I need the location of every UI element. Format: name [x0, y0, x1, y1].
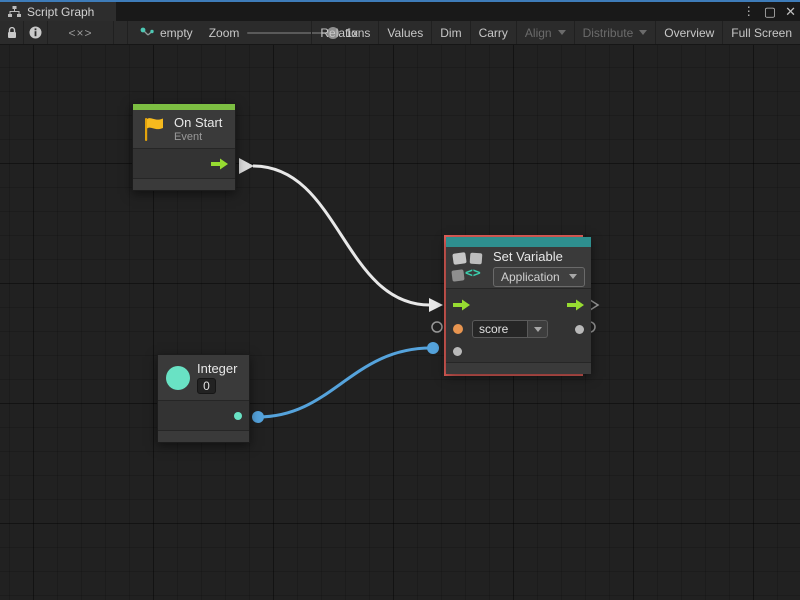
integer-footer — [158, 430, 249, 442]
overview-button[interactable]: Overview — [655, 21, 722, 44]
node-set-variable-selection: <> Set Variable Application — [444, 235, 583, 376]
set-variable-value-input-port[interactable] — [427, 342, 439, 354]
variable-stripe — [446, 237, 591, 247]
script-graph-window: Script Graph ⋮ ▢ ✕ — [0, 0, 800, 600]
inspect-button[interactable] — [24, 21, 48, 44]
integer-output-dot[interactable] — [234, 412, 242, 420]
info-icon — [29, 26, 42, 39]
set-variable-header: <> Set Variable Application — [446, 247, 591, 289]
wire-layer — [0, 45, 800, 600]
exec-wire[interactable] — [253, 166, 430, 305]
set-variable-icon: <> — [452, 251, 486, 284]
tab-script-graph[interactable]: Script Graph — [0, 2, 116, 21]
graph-pointer-icon — [140, 27, 154, 39]
on-start-exec-output-port[interactable] — [239, 158, 254, 174]
exec-output-arrow-icon[interactable] — [211, 158, 228, 170]
chevron-down-icon — [569, 274, 577, 279]
chevron-down-icon — [558, 30, 566, 35]
node-subtitle: Event — [174, 131, 222, 143]
node-title: Integer — [197, 361, 237, 376]
node-set-variable[interactable]: <> Set Variable Application — [446, 237, 591, 374]
flag-icon — [141, 115, 167, 143]
graph-toolbar: <×> empty Zoom 1x Relations Values Dim — [0, 21, 800, 45]
values-button[interactable]: Values — [378, 21, 431, 44]
variable-scope-dropdown[interactable]: Application — [493, 267, 585, 287]
node-integer[interactable]: Integer 0 — [157, 354, 250, 443]
on-start-header: On Start Event — [133, 110, 235, 149]
value-output-dot[interactable] — [575, 325, 584, 334]
exec-wire-arrowhead — [429, 298, 443, 312]
chevron-down-icon — [534, 327, 542, 332]
on-start-port-area — [133, 149, 235, 178]
code-preview-button[interactable]: <×> — [48, 21, 114, 44]
name-input-dot[interactable] — [453, 324, 463, 334]
tab-title: Script Graph — [27, 5, 94, 19]
window-controls: ⋮ ▢ ✕ — [743, 2, 796, 21]
dim-button[interactable]: Dim — [431, 21, 469, 44]
carry-button[interactable]: Carry — [470, 21, 516, 44]
integer-port-area — [158, 401, 249, 430]
maximize-icon[interactable]: ▢ — [764, 2, 776, 21]
align-dropdown-button[interactable]: Align — [516, 21, 574, 44]
exec-output-arrow-icon[interactable] — [567, 299, 584, 311]
node-title: On Start — [174, 115, 222, 130]
integer-output-port[interactable] — [252, 411, 264, 423]
toolbar-right-group: Relations Values Dim Carry Align Distrib… — [311, 21, 800, 44]
value-input-dot[interactable] — [453, 347, 462, 356]
on-start-footer — [133, 178, 235, 190]
set-variable-port-area: score — [446, 289, 591, 362]
node-title: Set Variable — [493, 249, 585, 264]
lock-icon — [7, 27, 17, 39]
set-variable-footer — [446, 362, 591, 374]
value-wire[interactable] — [258, 348, 431, 417]
variable-name-dropdown-button[interactable] — [528, 320, 548, 338]
zoom-label: Zoom — [209, 26, 240, 40]
fullscreen-button[interactable]: Full Screen — [722, 21, 800, 44]
relations-button[interactable]: Relations — [311, 21, 378, 44]
set-variable-name-input-port[interactable] — [432, 322, 442, 332]
chevron-down-icon — [639, 30, 647, 35]
title-bar: Script Graph ⋮ ▢ ✕ — [0, 0, 800, 21]
graph-hierarchy-icon — [8, 6, 21, 17]
lock-button[interactable] — [0, 21, 24, 44]
integer-value-field[interactable]: 0 — [197, 378, 216, 394]
node-on-start[interactable]: On Start Event — [132, 103, 236, 191]
graph-breadcrumb[interactable]: empty — [128, 21, 203, 44]
graph-canvas[interactable]: On Start Event — [0, 45, 800, 600]
distribute-dropdown-button[interactable]: Distribute — [574, 21, 656, 44]
breadcrumb-label: empty — [160, 26, 193, 40]
toolbar-spacer — [114, 21, 128, 44]
close-icon[interactable]: ✕ — [785, 2, 796, 21]
variable-name-field[interactable]: score — [472, 320, 528, 338]
window-menu-icon[interactable]: ⋮ — [743, 2, 755, 21]
integer-icon — [166, 366, 190, 390]
integer-header: Integer 0 — [158, 355, 249, 401]
exec-input-arrow-icon[interactable] — [453, 299, 470, 311]
code-icon: <×> — [68, 26, 92, 40]
